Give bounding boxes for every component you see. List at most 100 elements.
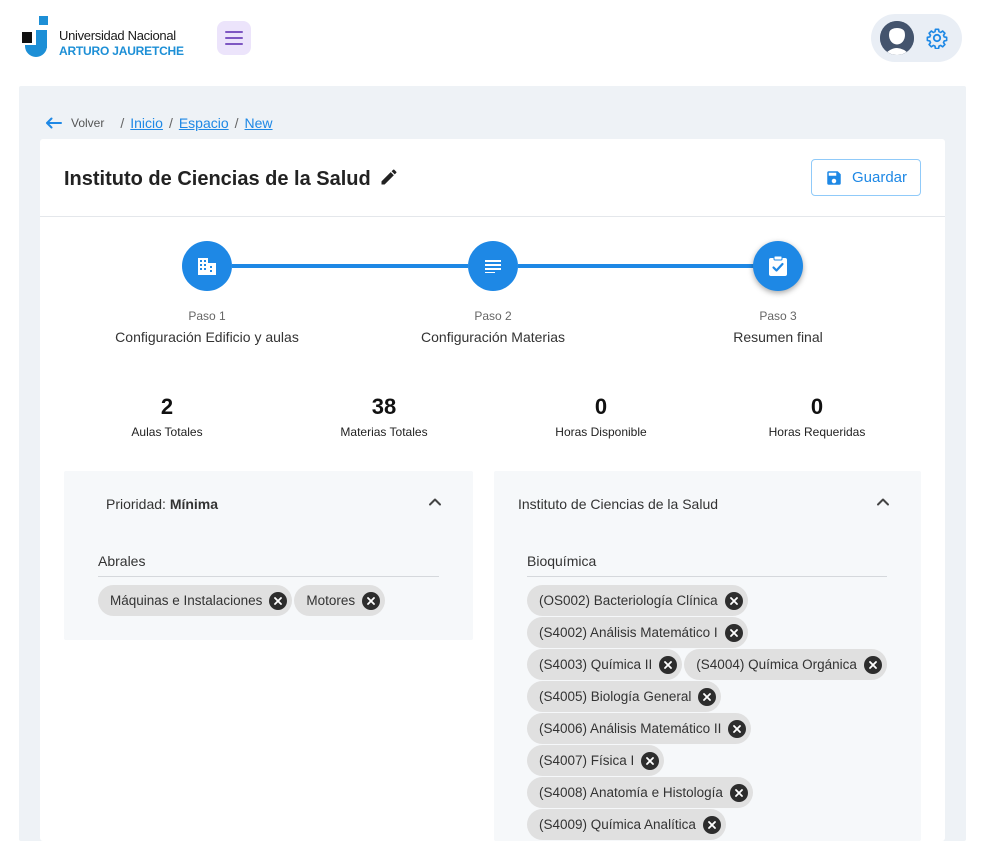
gear-icon[interactable]: [926, 27, 948, 49]
close-icon[interactable]: [729, 783, 748, 802]
breadcrumb-inicio[interactable]: Inicio: [130, 115, 163, 131]
stat-label: Materias Totales: [340, 425, 428, 439]
chip: (S4006) Análisis Matemático II: [527, 713, 752, 744]
save-label: Guardar: [851, 169, 908, 186]
chevron-up-icon[interactable]: [874, 493, 892, 511]
chip: (S4005) Biología General: [527, 681, 722, 712]
logo-text-line2: ARTURO JAURETCHE: [59, 44, 184, 58]
clipboard-check-icon: [769, 255, 787, 276]
logo-text-line1: Universidad Nacional: [59, 28, 176, 43]
breadcrumb-separator: /: [168, 115, 173, 131]
avatar-silhouette-icon: [880, 21, 914, 55]
chip-list: (OS002) Bacteriología Clínica (S4002) An…: [527, 585, 897, 841]
chip: (S4004) Química Orgánica: [684, 649, 887, 680]
top-bar: Universidad Nacional ARTURO JAURETCHE: [0, 0, 985, 86]
chip-label: (S4004) Química Orgánica: [696, 657, 857, 672]
chip: Motores: [294, 585, 386, 616]
chevron-up-icon[interactable]: [426, 493, 444, 511]
close-icon[interactable]: [863, 655, 882, 674]
step-3-button[interactable]: [753, 241, 803, 291]
user-avatar[interactable]: [880, 21, 914, 55]
stat-value: 38: [371, 394, 397, 419]
divider: [527, 576, 887, 577]
hamburger-icon: [225, 31, 243, 45]
stat-value: 0: [594, 394, 608, 419]
back-label: Volver: [71, 116, 105, 130]
university-logo[interactable]: Universidad Nacional ARTURO JAURETCHE: [22, 16, 184, 60]
close-icon[interactable]: [728, 719, 747, 738]
chip: (S4008) Anatomía e Histología: [527, 777, 753, 808]
save-button[interactable]: Guardar: [811, 159, 921, 196]
stepper-connector-2: [518, 264, 754, 268]
priority-value: Mínima: [169, 496, 219, 512]
breadcrumb-new[interactable]: New: [245, 115, 273, 131]
department-header[interactable]: Instituto de Ciencias de la Salud: [518, 496, 718, 512]
chip: (S4002) Análisis Matemático I: [527, 617, 748, 648]
step-3-number: Paso 3: [759, 309, 797, 323]
close-icon[interactable]: [269, 591, 288, 610]
chip: (OS002) Bacteriología Clínica: [527, 585, 748, 616]
back-button[interactable]: Volver: [45, 116, 104, 130]
breadcrumb-separator: /: [234, 115, 239, 131]
floppy-disk-icon: [827, 170, 841, 185]
breadcrumb-espacio[interactable]: Espacio: [179, 115, 229, 131]
page-title: Instituto de Ciencias de la Salud: [64, 168, 371, 190]
stat-aulas: 2 Aulas Totales: [67, 394, 267, 440]
stat-label: Horas Requeridas: [768, 425, 866, 439]
step-1-label: Configuración Edificio y aulas: [115, 329, 299, 345]
step-2-label: Configuración Materias: [421, 329, 565, 345]
chip-label: (S4009) Química Analítica: [539, 817, 696, 832]
chip-label: Motores: [306, 593, 356, 608]
arrow-left-icon: [46, 117, 62, 129]
chip-label: (S4002) Análisis Matemático I: [539, 625, 718, 640]
chip-label: (S4006) Análisis Matemático II: [539, 721, 722, 736]
user-menu: [871, 14, 962, 62]
chip-list: Máquinas e Instalaciones Motores: [98, 585, 458, 617]
chip: (S4009) Química Analítica: [527, 809, 726, 840]
chip: (S4003) Química II: [527, 649, 683, 680]
close-icon[interactable]: [362, 591, 381, 610]
breadcrumb-separator: /: [120, 115, 125, 131]
logo-mark-icon: [22, 16, 48, 57]
chip: Máquinas e Instalaciones: [98, 585, 293, 616]
stat-value: 2: [160, 394, 174, 419]
chip-label: Máquinas e Instalaciones: [110, 593, 263, 608]
breadcrumb: Volver / Inicio / Espacio / New: [45, 114, 273, 132]
step-1-button[interactable]: [182, 241, 232, 291]
priority-prefix: Prioridad:: [106, 496, 166, 512]
chip-label: (S4005) Biología General: [539, 689, 692, 704]
department-panel: Instituto de Ciencias de la Salud Bioquí…: [494, 471, 921, 841]
group-title: Bioquímica: [527, 553, 597, 569]
close-icon[interactable]: [641, 751, 660, 770]
divider: [98, 576, 439, 577]
stat-horas-disponible: 0 Horas Disponible: [501, 394, 701, 440]
step-1-number: Paso 1: [188, 309, 226, 323]
card-header: Instituto de Ciencias de la Salud Guarda…: [40, 139, 945, 217]
chip-label: (OS002) Bacteriología Clínica: [539, 593, 718, 608]
step-3-label: Resumen final: [733, 329, 823, 345]
stat-horas-requeridas: 0 Horas Requeridas: [717, 394, 917, 440]
pencil-icon[interactable]: [379, 167, 399, 187]
stat-label: Horas Disponible: [555, 425, 647, 439]
priority-header[interactable]: Prioridad: Mínima: [106, 496, 218, 512]
step-2-button[interactable]: [468, 241, 518, 291]
chip-label: (S4008) Anatomía e Histología: [539, 785, 723, 800]
menu-button[interactable]: [217, 21, 251, 55]
chip-label: (S4007) Física I: [539, 753, 635, 768]
main-card: Instituto de Ciencias de la Salud Guarda…: [40, 139, 945, 841]
stat-materias: 38 Materias Totales: [284, 394, 484, 440]
chip-label: (S4003) Química II: [539, 657, 653, 672]
close-icon[interactable]: [659, 655, 678, 674]
stat-value: 0: [810, 394, 824, 419]
close-icon[interactable]: [724, 623, 743, 642]
priority-panel: Prioridad: Mínima Abrales Máquinas e Ins…: [64, 471, 473, 640]
close-icon[interactable]: [724, 591, 743, 610]
list-icon: [485, 260, 501, 273]
group-title: Abrales: [98, 553, 146, 569]
close-icon[interactable]: [702, 815, 721, 834]
close-icon[interactable]: [698, 687, 717, 706]
building-icon: [198, 258, 216, 275]
chip: (S4007) Física I: [527, 745, 665, 776]
stat-label: Aulas Totales: [131, 425, 203, 439]
step-2-number: Paso 2: [474, 309, 512, 323]
